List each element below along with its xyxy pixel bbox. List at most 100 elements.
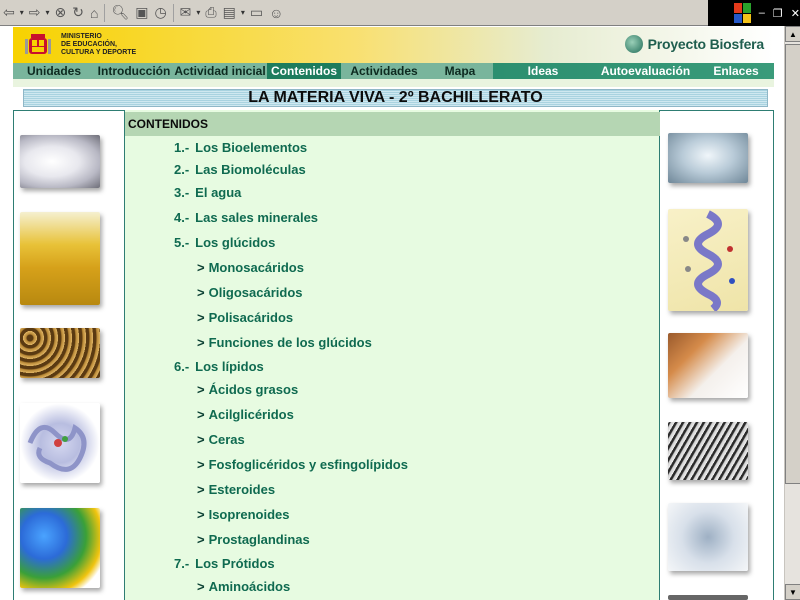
chevron-right-icon: > bbox=[197, 532, 205, 547]
nav-item-actividad-inicial[interactable]: Actividad inicial bbox=[173, 63, 267, 79]
page-title: LA MATERIA VIVA - 2º BACHILLERATO bbox=[248, 89, 543, 106]
ministry-name: MINISTERIO DE EDUCACIÓN, CULTURA Y DEPOR… bbox=[61, 33, 136, 57]
back-dropdown-icon[interactable]: ▾ bbox=[18, 2, 26, 24]
nav-item-actividades[interactable]: Actividades bbox=[341, 63, 427, 79]
coat-of-arms-icon bbox=[25, 34, 51, 54]
topic-link-sales-minerales[interactable]: 4.- Las sales minerales bbox=[174, 210, 318, 225]
vertical-scrollbar[interactable]: ▲ ▼ bbox=[784, 26, 800, 600]
mail-dropdown-icon[interactable]: ▾ bbox=[194, 2, 202, 24]
subtopic-link-polisacaridos[interactable]: > Polisacáridos bbox=[197, 310, 293, 325]
topic-link-agua[interactable]: 3.- El agua bbox=[174, 185, 241, 200]
subtopic-link-oligosacaridos[interactable]: > Oligosacáridos bbox=[197, 285, 303, 300]
subtopic-link-prostaglandinas[interactable]: > Prostaglandinas bbox=[197, 532, 310, 547]
nav-item-ideas[interactable]: Ideas bbox=[493, 63, 593, 79]
history-icon[interactable]: ◷ bbox=[151, 2, 169, 24]
site-header: MINISTERIO DE EDUCACIÓN, CULTURA Y DEPOR… bbox=[13, 27, 774, 63]
subtopic-label: Oligosacáridos bbox=[208, 285, 303, 300]
nav-item-autoevaluacion[interactable]: Autoevaluación bbox=[593, 63, 698, 79]
dna-model-image bbox=[668, 422, 748, 480]
nav-item-mapa[interactable]: Mapa bbox=[427, 63, 493, 79]
brand-name: Proyecto Biosfera bbox=[647, 36, 765, 52]
subtopic-label: Aminoácidos bbox=[208, 579, 291, 594]
topic-label: Los Bioelementos bbox=[195, 140, 308, 155]
topic-link-protidos[interactable]: 7.- Los Prótidos bbox=[174, 556, 275, 571]
edit-dropdown-icon[interactable]: ▾ bbox=[239, 2, 247, 24]
subtopic-link-funciones-glucidos[interactable]: > Funciones de los glúcidos bbox=[197, 335, 372, 350]
forward-dropdown-icon[interactable]: ▾ bbox=[43, 2, 51, 24]
subtopic-label: Prostaglandinas bbox=[208, 532, 310, 547]
salt-crystal-image bbox=[20, 135, 100, 188]
nav-primary: Unidades Introducción Actividad inicial … bbox=[13, 63, 493, 79]
molecular-model-image bbox=[668, 503, 748, 571]
chevron-right-icon: > bbox=[197, 310, 205, 325]
subtopic-link-ceras[interactable]: > Ceras bbox=[197, 432, 245, 447]
subtopic-link-acidos-grasos[interactable]: > Ácidos grasos bbox=[197, 382, 298, 397]
subtopic-label: Esteroides bbox=[208, 482, 276, 497]
edit-icon[interactable]: ▤ bbox=[220, 2, 239, 24]
subtopic-link-aminoacidos[interactable]: > Aminoácidos bbox=[197, 579, 290, 594]
subtopic-link-fosfogliceridos[interactable]: > Fosfoglicéridos y esfingolípidos bbox=[197, 457, 408, 472]
subtopic-link-isoprenoides[interactable]: > Isoprenoides bbox=[197, 507, 290, 522]
honeycomb-image bbox=[20, 328, 100, 378]
topic-link-bioelementos[interactable]: 1.- Los Bioelementos bbox=[174, 140, 307, 155]
nav-item-contenidos[interactable]: Contenidos bbox=[267, 63, 341, 79]
subtopic-label: Funciones de los glúcidos bbox=[208, 335, 372, 350]
alpha-helix-image bbox=[668, 209, 748, 311]
topic-number: 5.- bbox=[174, 235, 190, 250]
favorites-icon[interactable]: ▣ bbox=[132, 2, 151, 24]
chevron-right-icon: > bbox=[197, 260, 205, 275]
chevron-right-icon: > bbox=[197, 407, 205, 422]
topic-link-glucidos[interactable]: 5.- Los glúcidos bbox=[174, 235, 275, 250]
print-icon[interactable]: ⎙ bbox=[202, 2, 219, 24]
chevron-right-icon: > bbox=[197, 285, 205, 300]
ministry-line: DE EDUCACIÓN, bbox=[61, 41, 118, 48]
topic-number: 4.- bbox=[174, 210, 190, 225]
messenger-icon[interactable]: ☺ bbox=[266, 2, 286, 24]
windows-branding: – ❐ ✕ bbox=[708, 0, 800, 26]
close-icon[interactable]: ✕ bbox=[791, 7, 800, 20]
subtopic-link-esteroides[interactable]: > Esteroides bbox=[197, 482, 275, 497]
chevron-right-icon: > bbox=[197, 382, 205, 397]
subtopic-label: Isoprenoides bbox=[208, 507, 290, 522]
stop-icon[interactable]: ⊗ bbox=[52, 2, 70, 24]
topic-label: Los lípidos bbox=[195, 359, 264, 374]
forward-arrow-icon[interactable]: ⇨ bbox=[26, 2, 44, 24]
chevron-right-icon: > bbox=[197, 507, 205, 522]
scroll-thumb[interactable] bbox=[785, 44, 800, 484]
scroll-up-icon[interactable]: ▲ bbox=[785, 26, 800, 42]
topic-number: 7.- bbox=[174, 556, 190, 571]
minimize-icon[interactable]: – bbox=[759, 7, 765, 19]
section-header: CONTENIDOS bbox=[125, 112, 660, 136]
topic-number: 6.- bbox=[174, 359, 190, 374]
brand-logo[interactable]: Proyecto Biosfera bbox=[624, 35, 765, 53]
restore-icon[interactable]: ❐ bbox=[773, 7, 783, 20]
discuss-icon[interactable]: ▭ bbox=[247, 2, 266, 24]
topic-label: Los Prótidos bbox=[195, 556, 275, 571]
space-filling-molecule-image bbox=[20, 508, 100, 588]
nav-item-introduccion[interactable]: Introducción bbox=[95, 63, 173, 79]
scroll-down-icon[interactable]: ▼ bbox=[785, 584, 800, 600]
sugar-cubes-image bbox=[668, 333, 748, 398]
back-arrow-icon[interactable]: ⇦ bbox=[0, 2, 18, 24]
subtopic-label: Ceras bbox=[208, 432, 245, 447]
helix-ribbon-icon bbox=[683, 210, 735, 311]
subtopic-label: Fosfoglicéridos y esfingolípidos bbox=[208, 457, 408, 472]
topic-number: 2.- bbox=[174, 162, 190, 177]
search-icon[interactable]: 🔍︎ bbox=[108, 2, 132, 24]
toolbar-separator bbox=[104, 3, 106, 22]
topic-link-biomoleculas[interactable]: 2.- Las Biomoléculas bbox=[174, 162, 306, 177]
title-bar: LA MATERIA VIVA - 2º BACHILLERATO bbox=[23, 89, 768, 107]
home-icon[interactable]: ⌂ bbox=[87, 2, 101, 24]
chevron-right-icon: > bbox=[197, 482, 205, 497]
water-drop-image bbox=[668, 133, 748, 183]
chevron-right-icon: > bbox=[197, 432, 205, 447]
nav-item-unidades[interactable]: Unidades bbox=[13, 63, 95, 79]
topic-link-lipidos[interactable]: 6.- Los lípidos bbox=[174, 359, 264, 374]
refresh-icon[interactable]: ↻ bbox=[69, 2, 87, 24]
subtopic-link-monosacaridos[interactable]: > Monosacáridos bbox=[197, 260, 304, 275]
nav-item-enlaces[interactable]: Enlaces bbox=[698, 63, 774, 79]
topic-label: Las sales minerales bbox=[195, 210, 319, 225]
mail-icon[interactable]: ✉ bbox=[177, 2, 195, 24]
subtopic-link-acilgliceridos[interactable]: > Acilglicéridos bbox=[197, 407, 294, 422]
chevron-right-icon: > bbox=[197, 335, 205, 350]
